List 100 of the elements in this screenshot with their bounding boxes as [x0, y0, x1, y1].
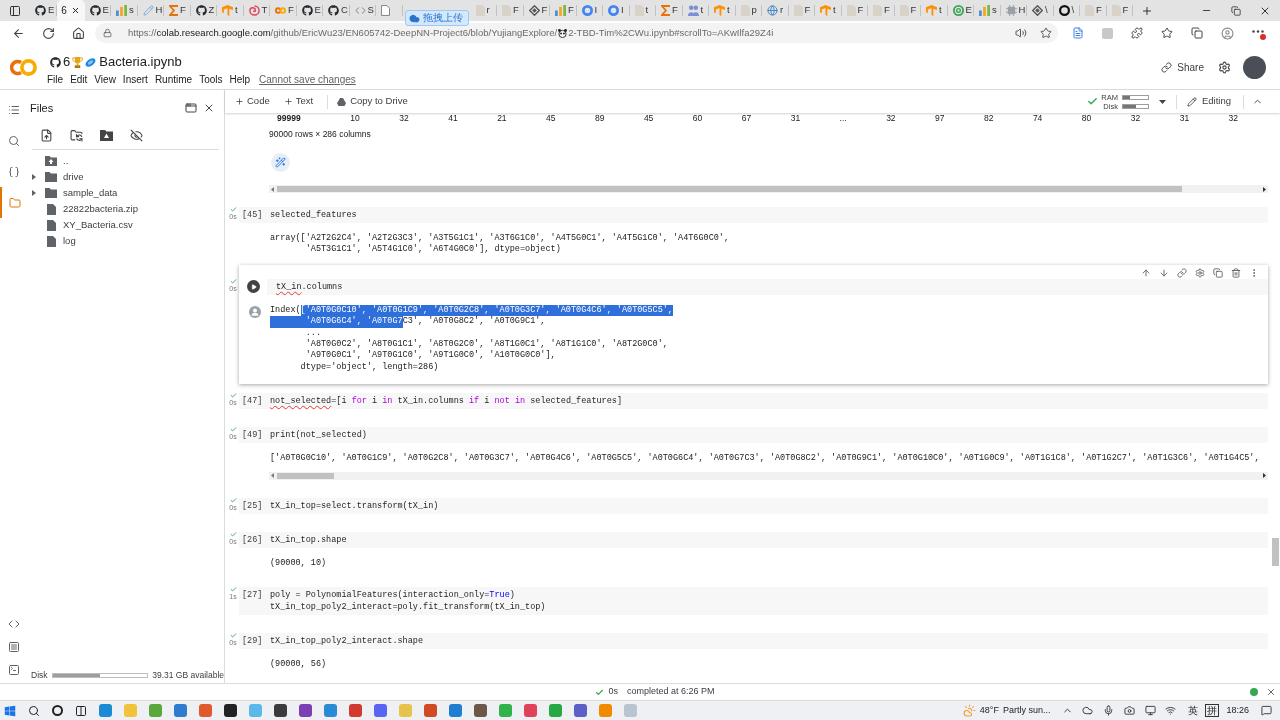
- menu-item[interactable]: Help: [229, 74, 251, 86]
- delete-icon[interactable]: [1231, 267, 1241, 278]
- file-upload-icon[interactable]: [40, 128, 53, 142]
- caret-left-icon[interactable]: [271, 186, 274, 192]
- add-code-button[interactable]: Code: [235, 94, 270, 109]
- browser-tab[interactable]: \: [1027, 0, 1053, 21]
- settings-icon[interactable]: [1195, 267, 1205, 278]
- browser-tab[interactable]: H: [137, 0, 163, 21]
- app-icon[interactable]: [224, 704, 237, 717]
- move-down-icon[interactable]: [1159, 267, 1169, 278]
- browser-tab[interactable]: E: [30, 0, 56, 21]
- browser-tab[interactable]: F: [868, 0, 894, 21]
- browser-tab[interactable]: F: [894, 0, 920, 21]
- camera-icon[interactable]: [1124, 705, 1136, 716]
- input-language[interactable]: 英: [1188, 704, 1199, 717]
- user-circle-icon[interactable]: [248, 305, 261, 318]
- browser-tab[interactable]: t: [682, 0, 708, 21]
- browser-tab[interactable]: I: [603, 0, 629, 21]
- browser-tab[interactable]: F: [270, 0, 296, 21]
- code-editor[interactable]: [49] print(not_selected): [239, 427, 1268, 444]
- browser-tab[interactable]: F: [1080, 0, 1106, 21]
- monitor-icon[interactable]: [1145, 705, 1157, 716]
- eye-off-icon[interactable]: [130, 128, 143, 142]
- star-icon[interactable]: [1040, 27, 1052, 39]
- microphone-icon[interactable]: [1103, 705, 1115, 716]
- browser-tab[interactable]: F: [164, 0, 190, 21]
- restore-window-icon[interactable]: [1230, 5, 1241, 16]
- browser-tab[interactable]: s: [111, 0, 137, 21]
- ring-icon[interactable]: [52, 705, 63, 716]
- wifi-icon[interactable]: [1165, 705, 1177, 716]
- folder-triangle-icon[interactable]: [100, 129, 113, 141]
- horizontal-scrollbar[interactable]: [269, 185, 1268, 193]
- browser-tab[interactable]: E: [947, 0, 973, 21]
- scrollbar-thumb[interactable]: [277, 186, 1182, 192]
- app-icon[interactable]: [299, 704, 312, 717]
- code-editor[interactable]: [47] not_selected=[i for i in tX_in.columns if i not in selected_features]: [239, 393, 1268, 410]
- code-editor[interactable]: [29] tX_in_top_poly2_interact.shape: [239, 633, 1268, 650]
- back-icon[interactable]: [12, 26, 25, 40]
- caret-right-icon[interactable]: [1263, 186, 1266, 192]
- scrollbar-thumb[interactable]: [277, 472, 334, 479]
- run-cell-button[interactable]: [246, 280, 260, 294]
- browser-tab[interactable]: r: [762, 0, 788, 21]
- browser-tab[interactable]: F: [523, 0, 549, 21]
- share-button[interactable]: Share: [1161, 59, 1204, 75]
- panel-icon[interactable]: [9, 4, 21, 17]
- close-icon[interactable]: [203, 102, 215, 114]
- browser-tab[interactable]: t: [815, 0, 841, 21]
- browser-tab[interactable]: \: [1053, 0, 1079, 21]
- browser-tab[interactable]: F: [656, 0, 682, 21]
- folder-refresh-icon[interactable]: [70, 128, 83, 142]
- browser-tab[interactable]: r: [470, 0, 496, 21]
- file-tree-item[interactable]: log: [27, 233, 224, 249]
- browser-tab[interactable]: t: [921, 0, 947, 21]
- browser-tab[interactable]: 6: [56, 0, 85, 21]
- browser-tab[interactable]: F: [497, 0, 523, 21]
- app-icon[interactable]: [474, 704, 487, 717]
- browser-tab[interactable]: E: [84, 0, 110, 21]
- horizontal-scrollbar[interactable]: [269, 471, 1268, 480]
- caret-right-icon[interactable]: [1263, 473, 1266, 479]
- new-tab-icon[interactable]: [1141, 4, 1153, 17]
- file-tree-item[interactable]: sample_data: [27, 185, 224, 201]
- settings-icon[interactable]: [1218, 60, 1231, 74]
- browser-tab[interactable]: p: [735, 0, 761, 21]
- editing-mode-button[interactable]: Editing: [1186, 94, 1231, 109]
- input-mode[interactable]: 拼: [1205, 704, 1220, 717]
- magic-wand-button[interactable]: [271, 153, 290, 172]
- code-editor[interactable]: [25] tX_in_top=select.transform(tX_in): [239, 497, 1268, 514]
- menu-item[interactable]: Tools: [199, 74, 223, 86]
- browser-tab[interactable]: t: [217, 0, 243, 21]
- browser-tab[interactable]: E: [296, 0, 322, 21]
- code-editor[interactable]: [26] tX_in_top.shape: [239, 531, 1268, 548]
- vertical-scrollbar-thumb[interactable]: [1272, 538, 1279, 566]
- browser-tab[interactable]: C: [323, 0, 349, 21]
- file-tree-item[interactable]: XY_Bacteria.csv: [27, 217, 224, 233]
- copy-icon[interactable]: [1213, 267, 1223, 278]
- copy-to-drive-button[interactable]: Copy to Drive: [337, 94, 408, 109]
- start-icon[interactable]: [4, 704, 16, 717]
- caret-down-icon[interactable]: [1158, 99, 1166, 104]
- link-icon[interactable]: [1177, 267, 1187, 278]
- notebook-title[interactable]: Bacteria.ipynb: [99, 54, 182, 70]
- move-up-icon[interactable]: [1141, 267, 1151, 278]
- code-editor[interactable]: [45] selected_features: [239, 207, 1268, 223]
- file-tree-item[interactable]: 22822bacteria.zip: [27, 201, 224, 217]
- home-icon[interactable]: [72, 26, 85, 40]
- code-editor[interactable]: tX_in.columns: [267, 278, 1268, 295]
- browser-tab[interactable]: F: [1106, 0, 1132, 21]
- upload-widget[interactable]: 拖拽上传: [404, 10, 469, 26]
- speaker-icon[interactable]: [1015, 27, 1027, 39]
- close-tab-icon[interactable]: [70, 6, 80, 15]
- browser-tab[interactable]: S: [349, 0, 375, 21]
- notification-icon[interactable]: [1261, 705, 1272, 716]
- copy-icon[interactable]: [1191, 27, 1203, 39]
- browser-tab[interactable]: H: [1000, 0, 1026, 21]
- address-bar[interactable]: https://colab.research.google.com/github/EricWu23/EN605742-DeepNN-Project6/blob/YujiangExplore/ 2-TBD-Tim%2CWu.ipynb#scrollTo=AKwIlfa29Z4i: [95, 23, 1058, 43]
- menu-item[interactable]: Edit: [70, 74, 88, 86]
- document-icon[interactable]: [1072, 27, 1084, 39]
- caret-left-icon[interactable]: [271, 473, 274, 479]
- file-tree-item[interactable]: drive: [27, 169, 224, 185]
- browser-tab[interactable]: Z: [190, 0, 216, 21]
- browser-tab[interactable]: T: [243, 0, 269, 21]
